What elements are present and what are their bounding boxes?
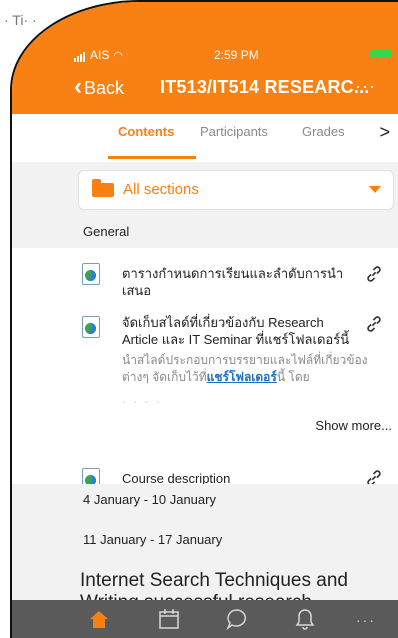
wifi-icon: ◠ — [113, 49, 123, 62]
section-selector-label: All sections — [123, 181, 199, 198]
section-selector[interactable]: All sections — [78, 170, 394, 210]
nav-bar: ‹ Back IT513/IT514 RESEARC... ··· — [74, 73, 398, 104]
back-button[interactable]: ‹ Back — [74, 73, 125, 101]
folder-icon — [92, 179, 114, 197]
more-menu-icon[interactable]: ··· — [356, 612, 376, 628]
home-icon[interactable] — [84, 606, 114, 632]
carrier-label: AIS — [90, 48, 110, 62]
module-title: ตารางกำหนดการเรียนและลำดับการนำเสนอ — [122, 266, 344, 298]
back-label: Back — [84, 78, 125, 98]
module-description: นำสไลด์ประกอบการบรรยายและไฟล์ที่เกี่ยวข้… — [122, 352, 390, 386]
section-header-week2[interactable]: 11 January - 17 January — [12, 524, 398, 556]
topic-heading: Internet Search Techniques and Writing s… — [80, 570, 348, 600]
more-options-button[interactable]: ··· — [355, 76, 376, 97]
page-title: IT513/IT514 RESEARC... — [160, 77, 370, 97]
module-title: จัดเก็บสไลด์ที่เกี่ยวข้องกับ Research Ar… — [122, 315, 350, 347]
link-icon[interactable] — [364, 264, 384, 284]
phone-screen: AIS ◠ 2:59 PM ‹ Back IT513/IT514 RESEARC… — [10, 0, 398, 638]
dropdown-caret-icon — [369, 186, 381, 193]
module-item-schedule[interactable]: ตารางกำหนดการเรียนและลำดับการนำเสนอ — [12, 248, 398, 301]
carrier-indicator: AIS ◠ — [74, 48, 123, 62]
section-header-general: General — [12, 216, 398, 248]
bottom-tab-bar: ··· — [12, 600, 398, 638]
calendar-icon[interactable] — [154, 606, 184, 632]
resource-file-icon — [82, 263, 100, 285]
messages-icon[interactable] — [222, 606, 252, 632]
notifications-bell-icon[interactable] — [290, 606, 320, 632]
course-tabs: Contents Participants Grades > — [12, 114, 398, 163]
section-header-week1[interactable]: 4 January - 10 January — [12, 484, 398, 516]
app-header: AIS ◠ 2:59 PM ‹ Back IT513/IT514 RESEARC… — [12, 2, 398, 114]
signal-icon — [74, 48, 86, 62]
tab-participants[interactable]: Participants — [200, 124, 268, 139]
chevron-left-icon: ‹ — [74, 73, 82, 100]
link-icon[interactable] — [364, 314, 384, 334]
tabs-next-arrow-icon[interactable]: > — [379, 122, 390, 143]
section-title: 11 January - 17 January — [83, 532, 223, 547]
active-tab-indicator — [108, 156, 196, 159]
status-bar: AIS ◠ 2:59 PM — [74, 46, 398, 64]
tab-contents[interactable]: Contents — [118, 124, 174, 139]
screenshot-stage: · Ti· · AIS ◠ 2:59 PM — [0, 0, 398, 638]
module-item-slides-folder[interactable]: จัดเก็บสไลด์ที่เกี่ยวข้องกับ Research Ar… — [12, 300, 398, 451]
section-title: 4 January - 10 January — [83, 492, 216, 507]
course-contents: All sections General ตารางกำหนดการเรียนแ… — [12, 162, 398, 600]
description-text-end: นี้ โดย — [276, 370, 310, 384]
shared-folder-link[interactable]: แชร์โฟลเดอร์ — [207, 370, 277, 384]
tab-grades[interactable]: Grades — [302, 124, 345, 139]
faded-text-preview: · · · · — [122, 394, 162, 408]
show-more-link[interactable]: Show more... — [315, 418, 392, 433]
battery-icon — [370, 50, 392, 58]
resource-file-icon — [82, 316, 100, 338]
status-time: 2:59 PM — [214, 48, 259, 62]
section-title: General — [83, 224, 130, 239]
